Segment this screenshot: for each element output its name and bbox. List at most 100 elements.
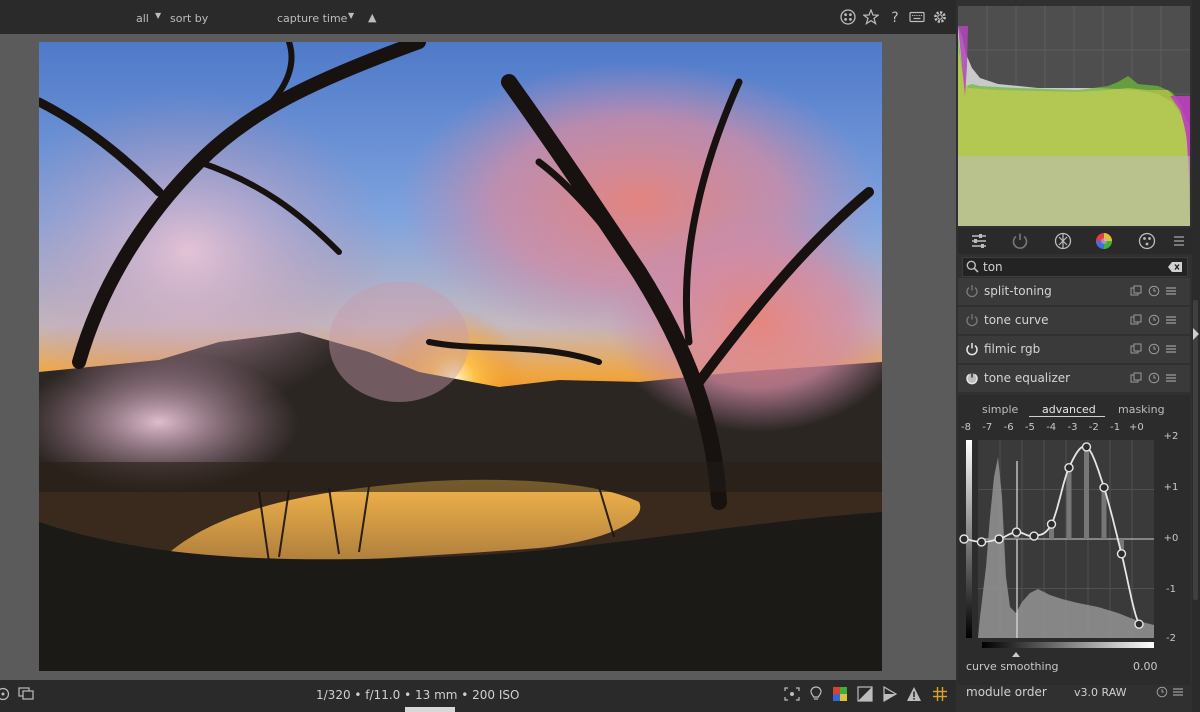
- search-input[interactable]: [983, 259, 1163, 275]
- module-order-value[interactable]: v3.0 RAW: [1074, 686, 1127, 699]
- sort-direction-toggle[interactable]: ▲: [368, 11, 376, 24]
- clipping-warning-icon[interactable]: [906, 686, 922, 702]
- collapse-right-panel-icon[interactable]: [1192, 326, 1200, 342]
- module-name: filmic rgb: [984, 342, 1041, 356]
- exposure-label: -2: [1166, 633, 1176, 644]
- photo-preview[interactable]: [39, 42, 882, 671]
- overlay-icon[interactable]: [840, 9, 856, 25]
- color-group-icon[interactable]: [1138, 232, 1156, 250]
- presets-menu-icon[interactable]: [1172, 232, 1186, 250]
- module-tone-curve[interactable]: tone curve: [958, 307, 1190, 334]
- bulb-icon[interactable]: [809, 686, 823, 702]
- curve-node[interactable]: [1116, 549, 1127, 559]
- svg-text:?: ?: [891, 10, 898, 25]
- search-icon: [966, 260, 979, 273]
- display-icon[interactable]: [18, 687, 34, 701]
- filter-dropdown[interactable]: all: [136, 12, 149, 25]
- bottom-toolbar: 1/320 • f/11.0 • 13 mm • 200 ISO: [0, 680, 956, 712]
- filmstrip-toggle[interactable]: [405, 707, 455, 712]
- sort-dropdown[interactable]: capture time: [277, 12, 347, 25]
- ev-label: -8: [961, 422, 971, 433]
- curve-node[interactable]: [976, 537, 987, 547]
- reset-icon[interactable]: [1148, 285, 1160, 297]
- filter-dropdown-arrow-icon[interactable]: ▼: [155, 11, 161, 20]
- color-picker-icon[interactable]: [0, 687, 10, 701]
- curve-node[interactable]: [1081, 442, 1092, 452]
- band-bar: [1084, 446, 1089, 539]
- multi-instance-icon[interactable]: [1130, 314, 1142, 326]
- multi-instance-icon[interactable]: [1130, 285, 1142, 297]
- curve-node[interactable]: [1099, 482, 1109, 493]
- reset-icon[interactable]: [1148, 343, 1160, 355]
- module-name: tone equalizer: [984, 371, 1071, 385]
- exposure-label: +0: [1164, 533, 1179, 544]
- tone-group-icon[interactable]: [1095, 232, 1113, 250]
- reset-icon[interactable]: [1148, 314, 1160, 326]
- overexposure-icon[interactable]: [882, 686, 898, 702]
- center-view: [0, 34, 956, 680]
- module-tone-equalizer[interactable]: tone equalizer: [958, 365, 1190, 392]
- module-filmic-rgb[interactable]: filmic rgb: [958, 336, 1190, 363]
- curve-node[interactable]: [1046, 519, 1057, 529]
- presets-icon[interactable]: [1165, 343, 1177, 355]
- module-split-toning[interactable]: split-toning: [958, 278, 1190, 305]
- quick-access-icon[interactable]: [970, 232, 988, 250]
- tone-equalizer-panel: simple advanced masking -8 -7 -6 -5 -4 -3 -2 -1…: [958, 395, 1190, 685]
- exposure-axis-labels: +2 +1 +0 -1 -2: [1164, 431, 1179, 644]
- presets-icon[interactable]: [1165, 285, 1177, 297]
- reset-icon[interactable]: [1156, 686, 1168, 698]
- multi-instance-icon[interactable]: [1130, 372, 1142, 384]
- image-info: 1/320 • f/11.0 • 13 mm • 200 ISO: [316, 688, 520, 702]
- exposure-label: +2: [1164, 431, 1179, 442]
- power-icon[interactable]: [965, 342, 979, 356]
- active-modules-icon[interactable]: [1011, 232, 1029, 250]
- ev-label: +0: [1129, 422, 1144, 433]
- curve-node[interactable]: [1011, 527, 1022, 537]
- power-icon[interactable]: [965, 371, 979, 385]
- power-icon[interactable]: [965, 313, 979, 327]
- power-icon[interactable]: [965, 284, 979, 298]
- curve-node[interactable]: [1029, 531, 1039, 541]
- histogram[interactable]: [958, 6, 1190, 226]
- base-group-icon[interactable]: [1054, 232, 1072, 250]
- tone-equalizer-graph[interactable]: -8 -7 -6 -5 -4 -3 -2 -1 +0 +2 +1 +0 -1 -2: [958, 417, 1190, 653]
- curve-node[interactable]: [1064, 463, 1074, 473]
- reset-icon[interactable]: [1148, 372, 1160, 384]
- curve-smoothing-slider[interactable]: [984, 649, 1156, 657]
- module-search: [962, 257, 1188, 277]
- help-icon[interactable]: ?: [887, 9, 903, 25]
- sort-dropdown-arrow-icon[interactable]: ▼: [348, 11, 354, 20]
- module-name: tone curve: [984, 313, 1049, 327]
- star-icon[interactable]: [863, 9, 879, 25]
- ev-label: -7: [982, 422, 992, 433]
- presets-icon[interactable]: [1165, 372, 1177, 384]
- clear-icon[interactable]: [1167, 261, 1183, 273]
- panel-scrollbar[interactable]: [1192, 0, 1200, 712]
- gear-icon[interactable]: [932, 9, 948, 25]
- slider-marker[interactable]: [1012, 652, 1020, 657]
- presets-icon[interactable]: [1172, 686, 1184, 698]
- exposure-label: +1: [1164, 482, 1179, 493]
- top-toolbar: all ▼ sort by capture time ▼ ▲ ?: [0, 0, 956, 34]
- curve-node[interactable]: [994, 534, 1004, 544]
- module-name: split-toning: [984, 284, 1052, 298]
- tab-simple[interactable]: simple: [982, 403, 1018, 416]
- scrollbar-thumb[interactable]: [1193, 300, 1198, 600]
- module-group-toolbar: [958, 228, 1192, 254]
- guides-icon[interactable]: [932, 686, 948, 702]
- sort-by-label: sort by: [170, 12, 209, 25]
- curve-node[interactable]: [959, 534, 969, 544]
- module-order-bar: module order v3.0 RAW: [958, 680, 1190, 704]
- presets-icon[interactable]: [1165, 314, 1177, 326]
- module-order-label: module order: [966, 685, 1047, 699]
- multi-instance-icon[interactable]: [1130, 343, 1142, 355]
- exposure-label: -1: [1166, 584, 1176, 595]
- gamut-icon[interactable]: [857, 686, 873, 702]
- keyboard-icon[interactable]: [909, 9, 925, 25]
- tab-advanced[interactable]: advanced: [1042, 403, 1096, 416]
- curve-node[interactable]: [1134, 619, 1144, 629]
- curve-smoothing-value[interactable]: 0.00: [1133, 660, 1158, 673]
- focus-peaking-icon[interactable]: [784, 687, 800, 701]
- softproof-icon[interactable]: [832, 686, 848, 702]
- tab-masking[interactable]: masking: [1118, 403, 1165, 416]
